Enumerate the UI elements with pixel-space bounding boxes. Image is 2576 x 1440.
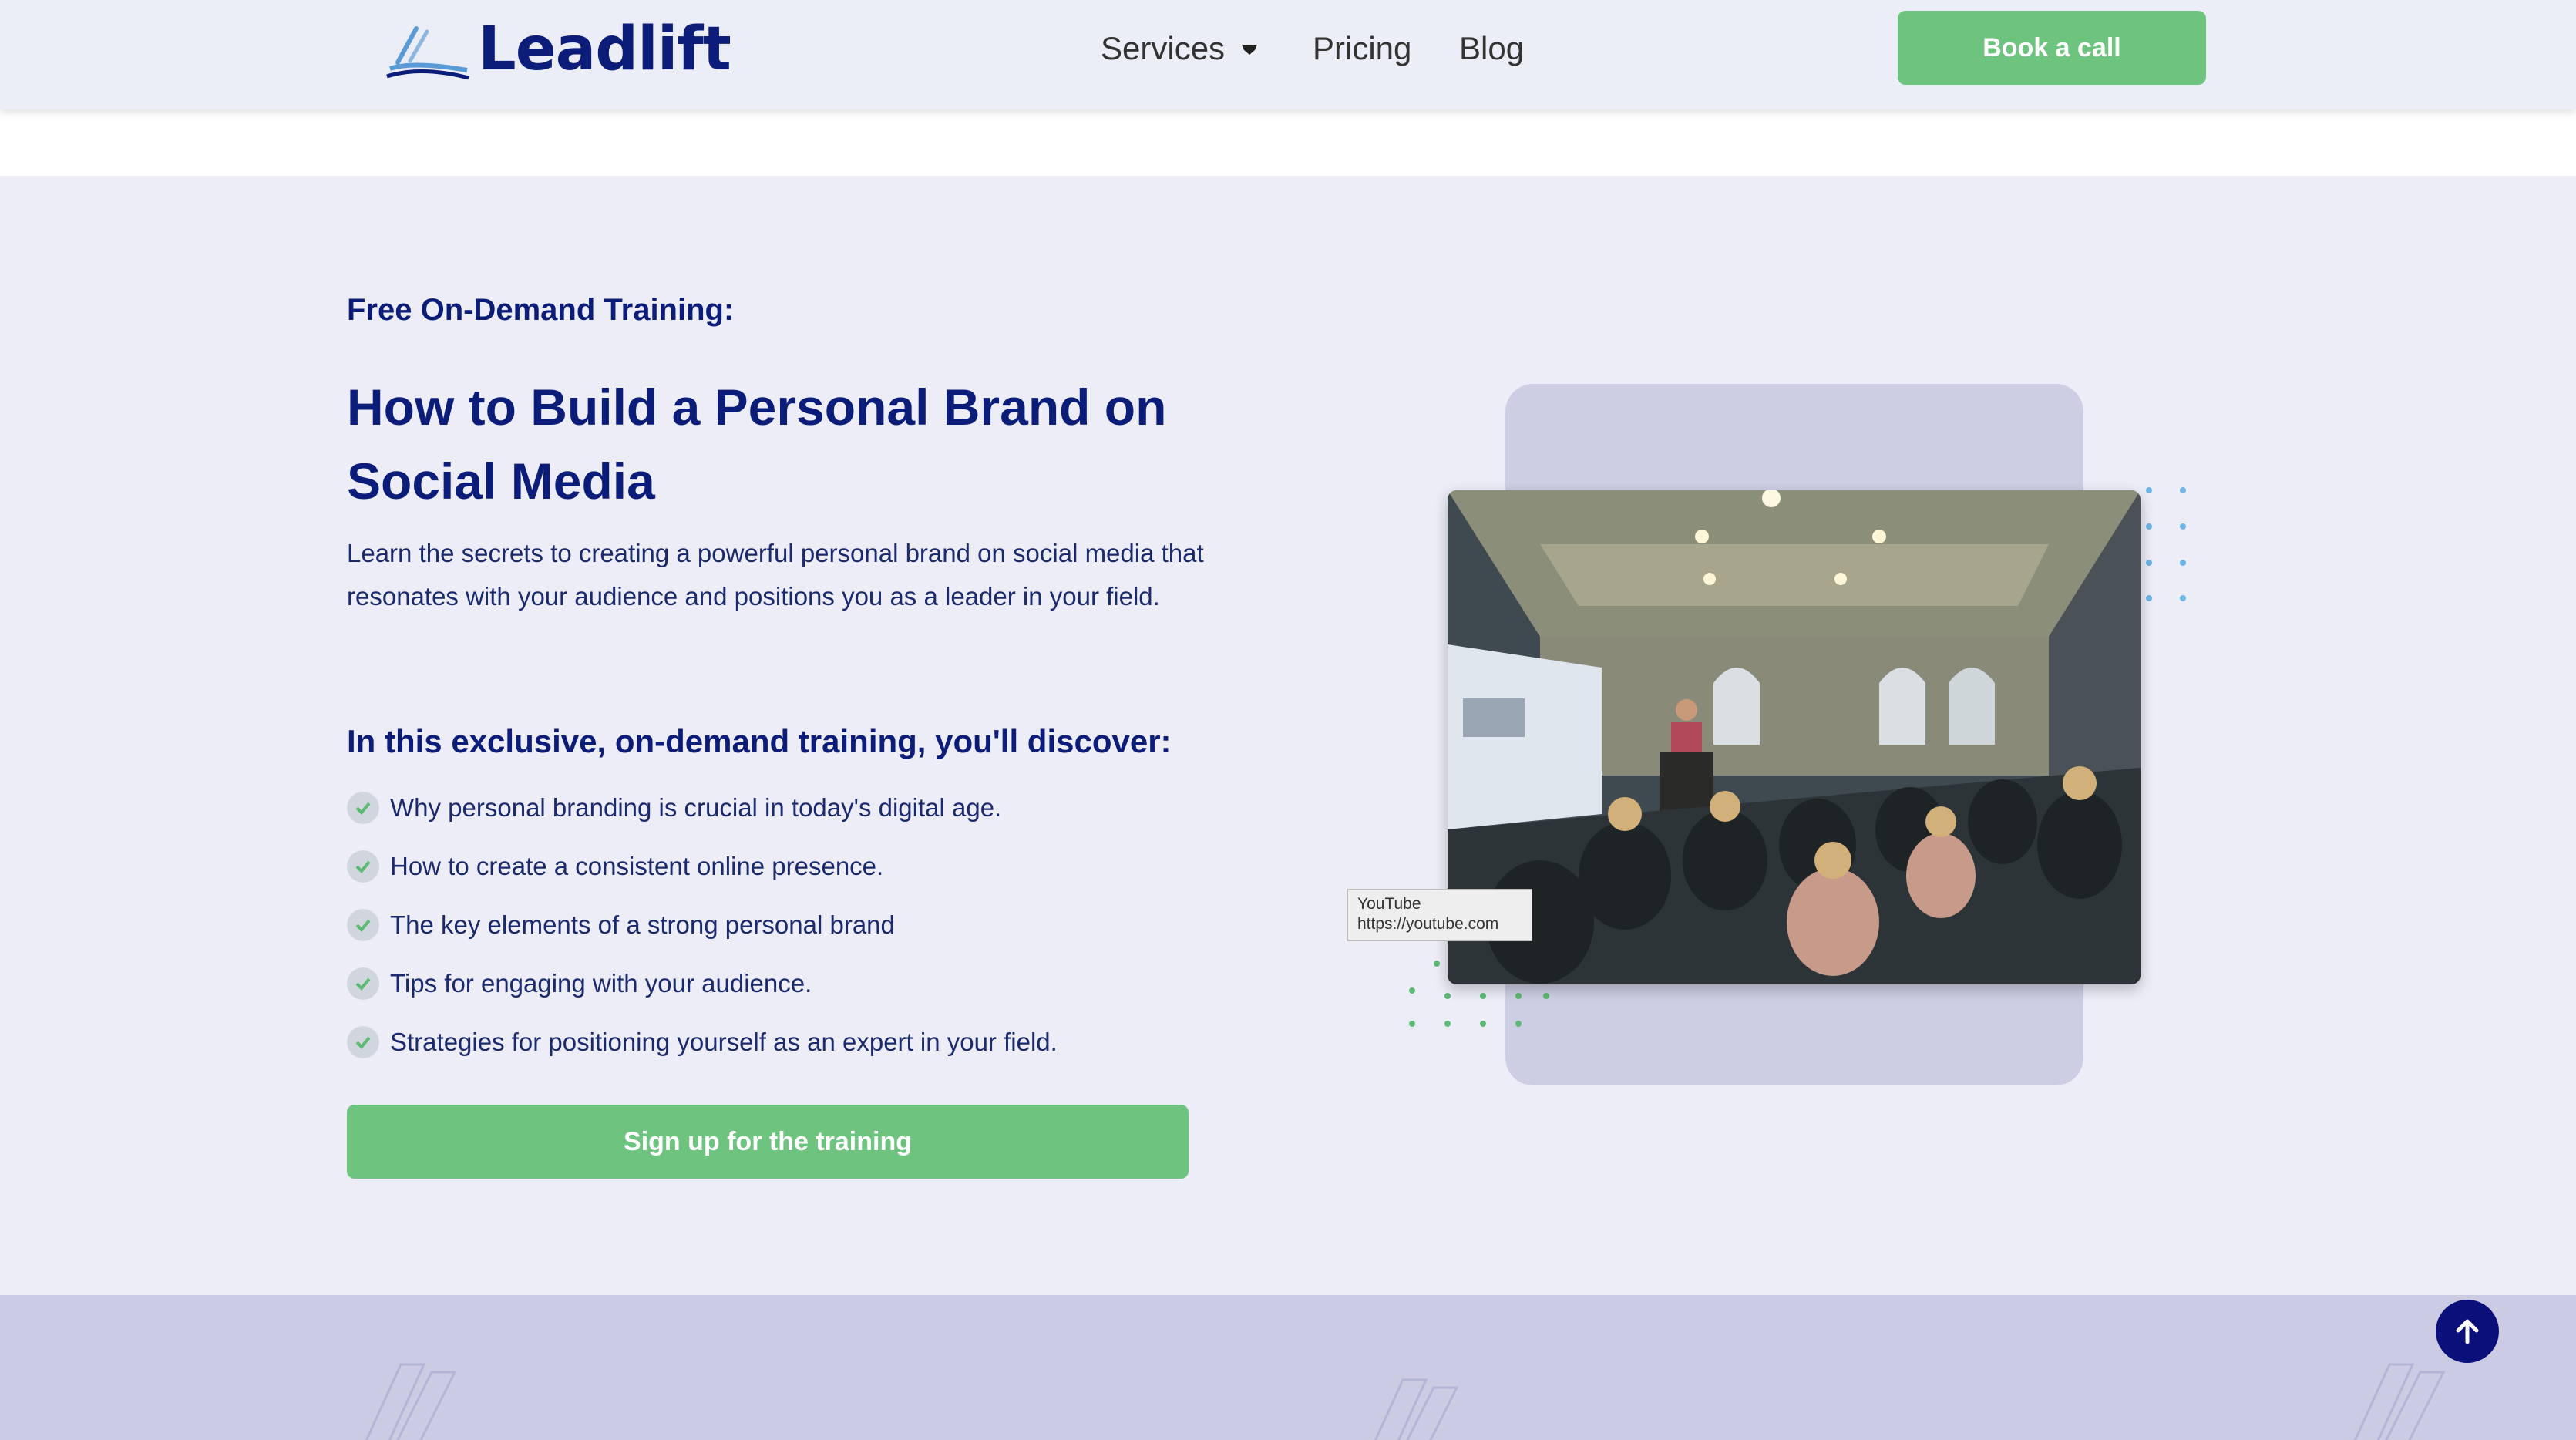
nav-services[interactable]: Services xyxy=(1101,23,1260,74)
leadlift-logo-icon xyxy=(386,26,469,80)
check-circle-icon xyxy=(347,909,379,941)
benefits-heading: In this exclusive, on-demand training, y… xyxy=(347,723,1172,759)
nav-services-label: Services xyxy=(1101,30,1226,66)
signup-button[interactable]: Sign up for the training xyxy=(347,1105,1189,1179)
list-item: Tips for engaging with your audience. xyxy=(347,954,1058,1013)
footer-band xyxy=(0,1295,2576,1440)
scroll-to-top-button[interactable] xyxy=(2436,1300,2499,1363)
list-item: Strategies for positioning yourself as a… xyxy=(347,1013,1058,1072)
book-a-call-button[interactable]: Book a call xyxy=(1898,11,2206,85)
classroom-photo xyxy=(1448,490,2141,984)
benefit-text: The key elements of a strong personal br… xyxy=(390,910,895,939)
section-kicker: Free On-Demand Training: xyxy=(347,293,735,327)
logo-link[interactable]: Leadlift xyxy=(382,11,731,88)
benefit-text: Tips for engaging with your audience. xyxy=(390,969,812,998)
benefit-text: How to create a consistent online presen… xyxy=(390,852,884,880)
training-video-thumbnail[interactable] xyxy=(1448,490,2141,984)
list-item: How to create a consistent online presen… xyxy=(347,837,1058,896)
nav-pricing[interactable]: Pricing xyxy=(1313,23,1411,74)
header-spacer xyxy=(0,109,2576,176)
check-circle-icon xyxy=(347,1026,379,1058)
section-description: Learn the secrets to creating a powerful… xyxy=(347,539,1204,611)
check-circle-icon xyxy=(347,792,379,824)
check-circle-icon xyxy=(347,967,379,1000)
list-item: The key elements of a strong personal br… xyxy=(347,896,1058,954)
benefit-text: Why personal branding is crucial in toda… xyxy=(390,793,1002,822)
decorative-stripes xyxy=(365,1363,457,1440)
check-circle-icon xyxy=(347,850,379,883)
benefits-list: Why personal branding is crucial in toda… xyxy=(347,779,1058,1072)
tooltip-url: https://youtube.com xyxy=(1357,915,1499,933)
list-item: Why personal branding is crucial in toda… xyxy=(347,779,1058,837)
decorative-dots-blue xyxy=(2146,487,2186,601)
benefit-text: Strategies for positioning yourself as a… xyxy=(390,1028,1058,1056)
tooltip-title: YouTube xyxy=(1357,895,1421,913)
nav-blog[interactable]: Blog xyxy=(1459,23,1524,74)
page-title: How to Build a Personal Brand on Social … xyxy=(347,379,1167,510)
link-tooltip: YouTube https://youtube.com xyxy=(1347,889,1532,941)
site-header: Leadlift Services Pricing Blog Book a ca… xyxy=(0,0,2576,109)
decorative-stripes xyxy=(1374,1378,1459,1440)
arrow-up-icon xyxy=(2456,1319,2479,1344)
chevron-down-icon xyxy=(1242,45,1258,55)
logo-text: Leadlift xyxy=(478,15,731,84)
